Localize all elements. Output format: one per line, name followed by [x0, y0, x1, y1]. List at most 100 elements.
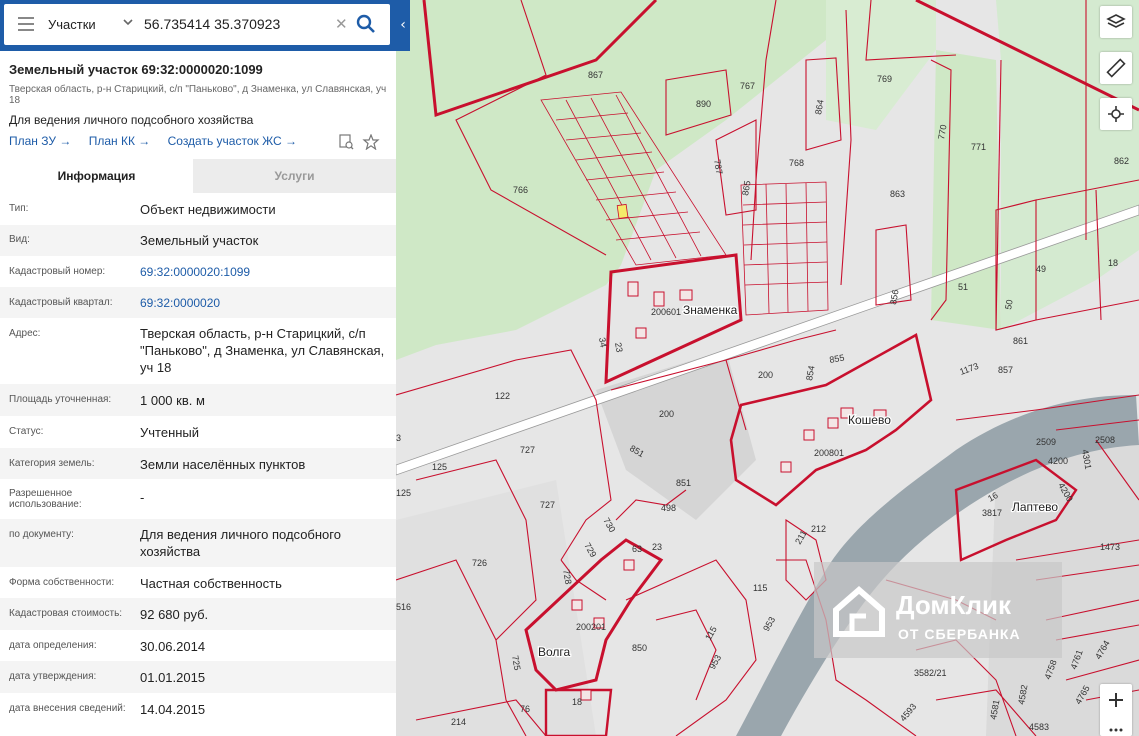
ruler-button[interactable] — [1100, 52, 1132, 84]
prop-key: Категория земель: — [9, 458, 95, 469]
search-input[interactable] — [144, 14, 329, 34]
place-label-znamenka: Знаменка — [683, 303, 738, 317]
prop-row-land-category: Категория земель: Земли населённых пункт… — [0, 448, 396, 479]
map-label: 23 — [613, 342, 625, 354]
parcel-title: Земельный участок 69:32:0000020:1099 — [9, 62, 263, 77]
search-icon[interactable] — [356, 14, 376, 34]
domclick-logo-icon — [833, 586, 885, 637]
tabs: Информация Услуги — [0, 159, 396, 193]
prop-key: Площадь уточненная: — [9, 394, 112, 405]
layers-button[interactable] — [1100, 6, 1132, 38]
prop-value: 01.01.2015 — [140, 670, 206, 685]
plan-links: План ЗУ → План КК → Создать участок ЖС → — [9, 134, 311, 148]
map-label: 200801 — [814, 448, 844, 458]
menu-icon[interactable] — [18, 17, 34, 31]
prop-row-cadastral-value: Кадастровая стоимость: 92 680 руб. — [0, 598, 396, 630]
map-label: 516 — [396, 602, 411, 612]
map-label: 727 — [520, 445, 535, 455]
tab-information[interactable]: Информация — [0, 159, 193, 193]
prop-row-type: Тип: Объект недвижимости — [0, 193, 396, 225]
map-label: 862 — [1114, 156, 1129, 166]
layer-select[interactable]: Участки — [48, 17, 96, 32]
tab-services[interactable]: Услуги — [193, 159, 396, 193]
map-label: 122 — [495, 391, 510, 401]
cadastral-number-link[interactable]: 69:32:0000020:1099 — [140, 264, 385, 281]
prop-value: Частная собственность — [140, 576, 282, 591]
prop-row-area: Площадь уточненная: 1 000 кв. м — [0, 384, 396, 416]
map-label: 51 — [958, 282, 968, 292]
map-label: 76 — [520, 704, 530, 714]
map-label: 212 — [811, 524, 826, 534]
prop-key: Статус: — [9, 426, 44, 437]
crosshair-icon — [1108, 106, 1124, 122]
layers-icon — [1106, 14, 1126, 28]
prop-row-date-determined: дата определения: 30.06.2014 — [0, 630, 396, 661]
map-label: 498 — [661, 503, 676, 513]
prop-key: Вид: — [9, 234, 30, 245]
clear-icon[interactable]: ✕ — [335, 17, 348, 32]
star-icon[interactable] — [362, 134, 380, 150]
prop-key: Форма собственности: — [9, 577, 115, 588]
search-bar: Участки ✕ — [0, 0, 396, 51]
map-label: 851 — [676, 478, 691, 488]
map-label: 727 — [540, 500, 555, 510]
map-label: 63 — [632, 544, 642, 554]
prop-key: Кадастровый квартал: — [9, 297, 113, 308]
map-label: 200601 — [651, 307, 681, 317]
parcel-purpose: Для ведения личного подсобного хозяйства — [9, 113, 254, 127]
map-label: 726 — [472, 558, 487, 568]
map-label: 857 — [998, 365, 1013, 375]
map-label: 767 — [740, 81, 755, 91]
place-label-koshevo: Кошево — [848, 413, 891, 427]
locate-button[interactable] — [1100, 98, 1132, 130]
watermark-subtitle: ОТ СБЕРБАНКА — [898, 626, 1021, 642]
watermark-title: ДомКлик — [896, 590, 1011, 620]
map-label: 4200 — [1048, 456, 1068, 466]
prop-value: 92 680 руб. — [140, 607, 209, 622]
map-label: 867 — [588, 70, 603, 80]
prop-row-by-document: по документу: Для ведения личного подсоб… — [0, 519, 396, 567]
prop-row-cadastral-number: Кадастровый номер: 69:32:0000020:1099 — [0, 256, 396, 287]
plan-zu-link[interactable]: План ЗУ → — [9, 134, 71, 148]
cadastral-quarter-link[interactable]: 69:32:0000020 — [140, 295, 385, 312]
map-label: 890 — [696, 99, 711, 109]
chevron-down-icon[interactable] — [122, 16, 134, 28]
prop-value: Учтенный — [140, 425, 200, 440]
map-label: 4583 — [1029, 722, 1049, 732]
prop-value: - — [140, 490, 145, 505]
domclick-watermark: ДомКлик ОТ СБЕРБАНКА — [814, 562, 1062, 658]
ruler-icon — [1106, 58, 1126, 78]
map-label: 769 — [877, 74, 892, 84]
map-label: 125 — [432, 462, 447, 472]
map-label: 1473 — [1100, 542, 1120, 552]
place-label-volga: Волга — [538, 645, 571, 659]
map-label: 200 — [758, 370, 773, 380]
map-label: 49 — [1036, 264, 1046, 274]
map[interactable]: 867 890 767 769 864 770 771 862 766 787 … — [396, 0, 1139, 736]
map-label: 766 — [513, 185, 528, 195]
search-document-icon[interactable] — [339, 134, 354, 150]
map-label: 214 — [451, 717, 466, 727]
prop-key: Адрес: — [9, 328, 41, 339]
zoom-controls — [1100, 684, 1132, 736]
place-label-laptevo: Лаптево — [1012, 500, 1058, 514]
map-label: 861 — [1013, 336, 1028, 346]
collapse-panel-button[interactable]: ‹ — [396, 0, 410, 51]
map-label: 115 — [753, 583, 767, 593]
map-label: 18 — [1108, 258, 1118, 268]
map-label: 200201 — [576, 622, 606, 632]
map-label: 771 — [971, 142, 986, 152]
parcel-address: Тверская область, р-н Старицкий, с/п "Па… — [9, 84, 387, 106]
create-parcel-link[interactable]: Создать участок ЖС → — [168, 134, 297, 148]
prop-row-permitted-use: Разрешенное использование: - — [0, 479, 396, 519]
info-panel: Участки ✕ Земельный участок 69:32:000002… — [0, 0, 397, 736]
prop-key: Разрешенное использование: — [9, 488, 82, 510]
prop-row-date-approved: дата утверждения: 01.01.2015 — [0, 661, 396, 693]
prop-value: Объект недвижимости — [140, 202, 276, 217]
map-label: 18 — [572, 697, 582, 707]
zoom-in-icon[interactable] — [1100, 684, 1132, 736]
map-label: 200 — [659, 409, 674, 419]
prop-key: Кадастровый номер: — [9, 266, 106, 277]
prop-row-address: Адрес: Тверская область, р-н Старицкий, … — [0, 318, 396, 384]
plan-kk-link[interactable]: План КК → — [89, 134, 151, 148]
